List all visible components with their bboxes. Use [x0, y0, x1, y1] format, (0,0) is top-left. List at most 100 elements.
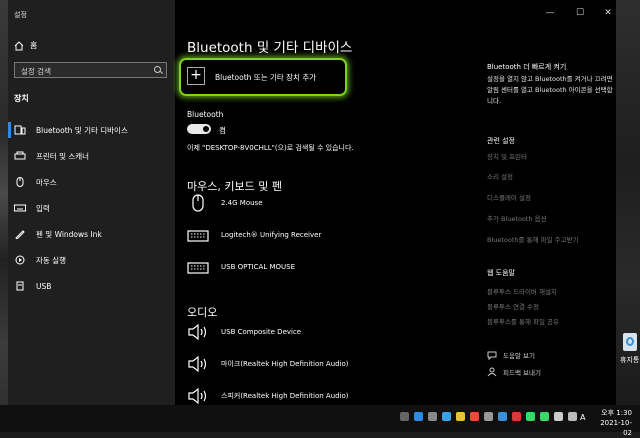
web-help-link[interactable]: 블루투스 연결 수정 — [487, 301, 539, 311]
bluetooth-toggle[interactable] — [187, 124, 211, 134]
web-help-link[interactable]: 블루투스 드라이버 재설치 — [487, 286, 557, 296]
bluetooth-tray-icon[interactable] — [414, 412, 423, 421]
autoplay-icon — [15, 255, 25, 265]
tray-icon[interactable] — [428, 412, 437, 421]
main-content: Bluetooth 및 기타 디바이스 + Bluetooth 또는 기타 장치… — [175, 0, 616, 405]
device-name: USB Composite Device — [221, 328, 302, 336]
sidebar-item-autoplay[interactable]: 자동 실행 — [8, 247, 175, 273]
system-tray — [400, 412, 577, 421]
tray-icon[interactable] — [484, 412, 493, 421]
volume-icon[interactable] — [568, 412, 577, 421]
device-item[interactable]: USB OPTICAL MOUSE — [187, 258, 295, 276]
sidebar-nav: Bluetooth 및 기타 디바이스 프린터 및 스캐너 마우스 입력 펜 및… — [8, 117, 175, 299]
device-item[interactable]: 마이크(Realtek High Definition Audio) — [187, 355, 349, 373]
bluetooth-label: Bluetooth — [187, 110, 224, 119]
keyboard-icon — [187, 262, 209, 274]
tray-icon[interactable] — [512, 412, 521, 421]
feedback-label: 피드백 보내기 — [503, 369, 541, 377]
device-name: USB OPTICAL MOUSE — [221, 263, 296, 271]
home-link[interactable]: 홈 — [14, 40, 37, 51]
device-name: 스피커(Realtek High Definition Audio) — [221, 392, 349, 400]
related-link[interactable]: 디스플레이 설정 — [487, 192, 531, 202]
keyboard-icon — [14, 204, 26, 212]
clock-time: 오후 1:30 — [601, 409, 632, 417]
mouse-keyboard-section-title: 마우스, 키보드 및 펜 — [187, 180, 282, 193]
home-label: 홈 — [30, 41, 38, 50]
get-help-link[interactable]: 도움말 보기 — [487, 350, 535, 361]
clock-date: 2021-10-02 — [600, 419, 632, 437]
web-help-link[interactable]: 블루투스를 통해 파일 공유 — [487, 316, 559, 326]
device-item[interactable]: Logitech® Unifying Receiver — [187, 226, 321, 244]
sidebar-item-label: USB — [36, 281, 52, 291]
related-link[interactable]: 장치 및 프린터 — [487, 151, 527, 161]
web-help-title: 웹 도움말 — [487, 269, 515, 277]
sidebar-item-label: 프린터 및 스캐너 — [36, 151, 90, 161]
sidebar-item-label: 마우스 — [36, 177, 57, 187]
sidebar-item-typing[interactable]: 입력 — [8, 195, 175, 221]
tray-icon[interactable] — [400, 412, 409, 421]
feedback-icon — [487, 367, 497, 377]
toggle-knob — [203, 126, 209, 132]
device-item[interactable]: 스피커(Realtek High Definition Audio) — [187, 387, 349, 405]
related-settings-title: 관련 설정 — [487, 137, 515, 145]
device-item[interactable]: 2.4G Mouse — [187, 194, 263, 212]
sidebar-item-label: 입력 — [36, 203, 50, 213]
related-link[interactable]: 소리 설정 — [487, 171, 513, 181]
recycle-bin-shortcut[interactable]: 휴지통 — [620, 333, 640, 367]
sidebar-item-label: 자동 실행 — [36, 255, 66, 265]
home-icon — [14, 40, 24, 50]
pen-icon — [15, 230, 25, 239]
sidebar-item-mouse[interactable]: 마우스 — [8, 169, 175, 195]
quick-bluetooth-text: 설정을 열지 않고 Bluetooth를 켜거나 끄려면 알림 센터를 열고 B… — [487, 75, 613, 105]
bluetooth-devices-icon — [14, 125, 26, 135]
tray-icon[interactable] — [498, 412, 507, 421]
window-title: 설정 — [14, 11, 27, 19]
taskbar-clock[interactable]: 오후 1:30 2021-10-02 — [592, 408, 632, 438]
recycle-bin-label: 휴지통 — [620, 356, 640, 364]
page-title: Bluetooth 및 기타 디바이스 — [187, 40, 353, 56]
speaker-icon — [188, 387, 207, 405]
printer-icon — [14, 151, 26, 160]
sidebar-item-label: Bluetooth 및 기타 디바이스 — [36, 125, 128, 135]
get-help-label: 도움말 보기 — [503, 352, 535, 360]
input-language[interactable]: A — [580, 413, 585, 422]
device-name: 2.4G Mouse — [221, 199, 263, 207]
network-icon[interactable] — [554, 412, 563, 421]
sidebar-item-bluetooth[interactable]: Bluetooth 및 기타 디바이스 — [8, 117, 175, 143]
quick-bluetooth-title: Bluetooth 더 빠르게 켜기 — [487, 63, 567, 71]
search-icon — [154, 66, 161, 73]
tray-icon[interactable] — [540, 412, 549, 421]
search-input[interactable]: 설정 검색 — [14, 62, 167, 78]
audio-section-title: 오디오 — [187, 306, 218, 319]
add-device-label[interactable]: Bluetooth 또는 기타 장치 추가 — [215, 72, 316, 83]
help-chat-icon — [487, 350, 497, 361]
add-device-button[interactable]: + — [187, 67, 205, 85]
settings-window: 설정 홈 설정 검색 장치 Bluetooth 및 기타 디바이스 프린터 및 … — [8, 0, 616, 405]
mouse-icon — [16, 177, 24, 187]
feedback-link[interactable]: 피드백 보내기 — [487, 367, 541, 377]
related-link[interactable]: 추가 Bluetooth 옵션 — [487, 213, 547, 223]
tray-icon[interactable] — [456, 412, 465, 421]
speaker-icon — [188, 323, 207, 341]
recycle-bin-icon — [623, 333, 637, 351]
taskbar: A 오후 1:30 2021-10-02 — [0, 405, 640, 437]
tray-icon[interactable] — [442, 412, 451, 421]
discoverable-text: 이제 "DESKTOP-8V0CHLL"(으)로 검색될 수 있습니다. — [187, 144, 354, 152]
sidebar: 설정 홈 설정 검색 장치 Bluetooth 및 기타 디바이스 프린터 및 … — [8, 0, 175, 405]
tray-icon[interactable] — [470, 412, 479, 421]
desktop-background-left — [0, 0, 8, 432]
bluetooth-toggle-state: 켬 — [219, 126, 226, 135]
device-item[interactable]: USB Composite Device — [187, 323, 301, 341]
device-name: Logitech® Unifying Receiver — [221, 231, 322, 239]
tray-icon[interactable] — [526, 412, 535, 421]
device-name: 마이크(Realtek High Definition Audio) — [221, 360, 349, 368]
sidebar-item-usb[interactable]: USB — [8, 273, 175, 299]
sidebar-item-printers[interactable]: 프린터 및 스캐너 — [8, 143, 175, 169]
keyboard-icon — [187, 230, 209, 242]
sidebar-item-pen[interactable]: 펜 및 Windows Ink — [8, 221, 175, 247]
related-link[interactable]: Bluetooth를 통해 파일 주고받기 — [487, 234, 579, 244]
speaker-icon — [188, 355, 207, 373]
section-title: 장치 — [14, 94, 29, 103]
search-placeholder: 설정 검색 — [21, 67, 51, 76]
usb-icon — [16, 281, 24, 291]
